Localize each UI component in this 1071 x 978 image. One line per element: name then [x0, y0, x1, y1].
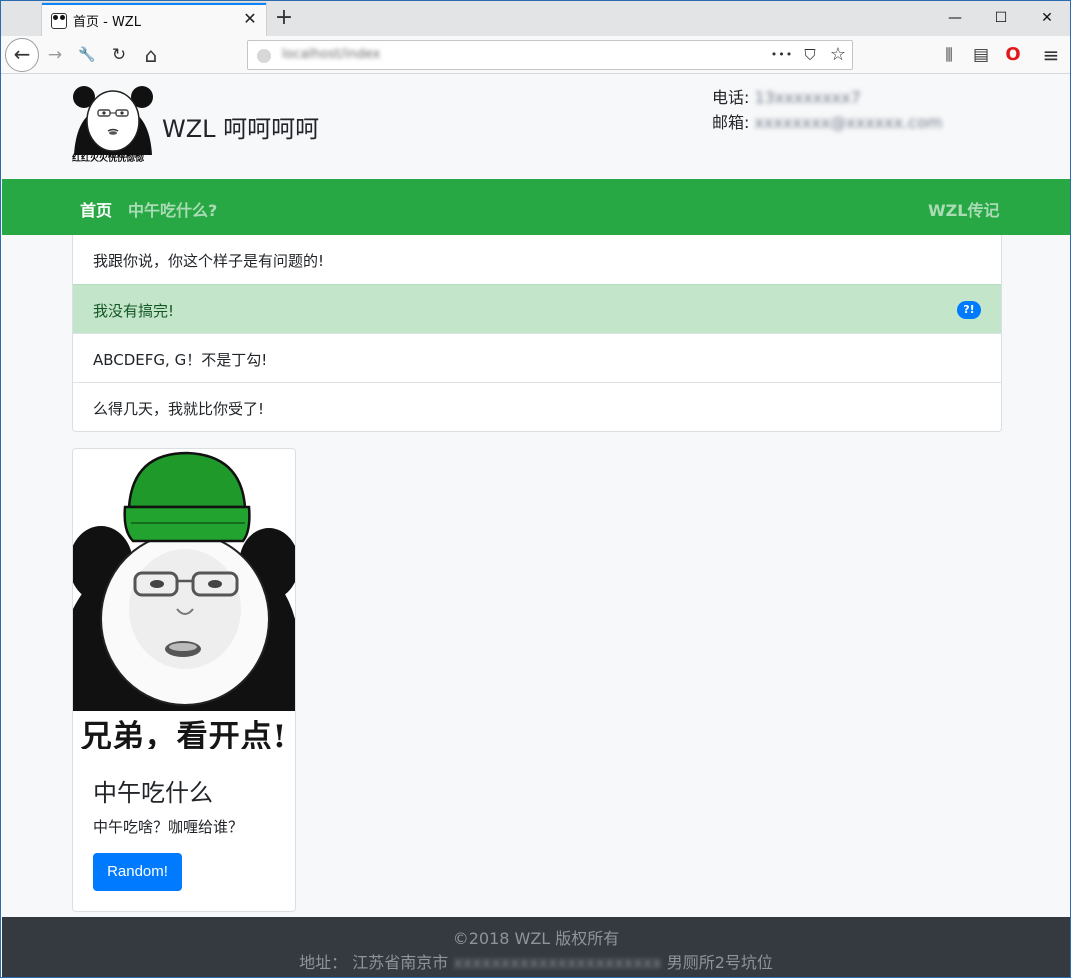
- home-button[interactable]: ⌂: [135, 39, 167, 71]
- tab-title: 首页 - WZL: [73, 15, 141, 30]
- email-row: 邮箱: xxxxxxxx@xxxxxx.com: [712, 110, 942, 135]
- address-label: 地址：: [299, 953, 348, 972]
- list-item-text: 么得几天，我就比你受了!: [93, 400, 265, 418]
- browser-tab[interactable]: 首页 - WZL ✕: [42, 3, 266, 36]
- list-item-text: 我没有搞完!: [93, 302, 175, 320]
- sidebar-icon[interactable]: ▤: [965, 39, 997, 71]
- pocket-icon[interactable]: ⛉: [798, 44, 822, 66]
- reload-button[interactable]: ↻: [103, 39, 135, 71]
- list-item-text: ABCDEFG, G！不是丁勾!: [93, 351, 268, 369]
- bookmark-star-icon[interactable]: ☆: [826, 44, 850, 66]
- card-title: 中午吃什么: [93, 779, 213, 807]
- maximize-button[interactable]: ☐: [978, 1, 1024, 36]
- tab-close-icon[interactable]: ✕: [240, 9, 260, 29]
- quote-list: 我跟你说，你这个样子是有问题的! 我没有搞完! ?! ABCDEFG, G！不是…: [72, 235, 1002, 432]
- lunch-card: 兄弟，看开点! 中午吃什么 中午吃啥？咖喱给谁？ Random!: [72, 448, 296, 912]
- navigation-toolbar: ← → 🔧 ↻ ⌂ localhost/index ••• ⛉ ☆ ⫼ ▤ O …: [1, 36, 1070, 74]
- footer-copyright: ©2018 WZL 版权所有: [452, 929, 620, 948]
- meme-caption: 兄弟，看开点!: [80, 719, 288, 749]
- phone-label: 电话:: [712, 88, 750, 107]
- site-info-icon[interactable]: [257, 49, 271, 63]
- contact-info: 电话: 13xxxxxxxx7 邮箱: xxxxxxxx@xxxxxx.com: [712, 85, 942, 135]
- main-navbar: 首页 中午吃什么? WZL传记: [2, 179, 1070, 235]
- web-page: 红红火火恍恍惚惚 WZL 呵呵呵呵 电话: 13xxxxxxxx7 邮箱: xx…: [2, 75, 1070, 977]
- tab-strip: 首页 - WZL ✕ + — ☐ ✕: [1, 1, 1070, 36]
- card-text: 中午吃啥？咖喱给谁？: [93, 818, 244, 836]
- list-item-text: 我跟你说，你这个样子是有问题的!: [93, 252, 325, 270]
- nav-bio-link[interactable]: WZL传记: [928, 197, 999, 221]
- site-footer: ©2018 WZL 版权所有 地址： 江苏省南京市 xxxxxxxxxxxxxx…: [2, 917, 1070, 977]
- library-icon[interactable]: ⫼: [933, 39, 965, 71]
- close-window-button[interactable]: ✕: [1024, 1, 1070, 36]
- list-item[interactable]: ABCDEFG, G！不是丁勾!: [73, 333, 1001, 382]
- back-button[interactable]: ←: [5, 38, 39, 72]
- forward-button[interactable]: →: [39, 39, 71, 71]
- site-header: 红红火火恍恍惚惚 WZL 呵呵呵呵 电话: 13xxxxxxxx7 邮箱: xx…: [2, 75, 1070, 179]
- list-item[interactable]: 么得几天，我就比你受了!: [73, 382, 1001, 431]
- address-city: 江苏省南京市: [352, 953, 449, 972]
- panda-favicon-icon: [51, 13, 67, 29]
- list-item[interactable]: 我跟你说，你这个样子是有问题的!: [73, 235, 1001, 284]
- page-actions-button[interactable]: •••: [770, 44, 794, 66]
- list-item-active[interactable]: 我没有搞完! ?!: [73, 284, 1001, 333]
- email-value: xxxxxxxx@xxxxxx.com: [754, 113, 943, 132]
- menu-icon[interactable]: ≡: [1035, 39, 1067, 71]
- address-redacted: xxxxxxxxxxxxxxxxxxxxxx: [453, 953, 662, 972]
- address-tail: 男厕所2号坑位: [666, 953, 773, 972]
- new-tab-button[interactable]: +: [271, 4, 297, 32]
- footer-address: 地址： 江苏省南京市 xxxxxxxxxxxxxxxxxxxxxx 男厕所2号坑…: [2, 949, 1070, 973]
- status-badge: ?!: [957, 301, 981, 319]
- random-button[interactable]: Random!: [93, 853, 182, 891]
- opera-extension-icon[interactable]: O: [997, 39, 1029, 71]
- nav-home-link[interactable]: 首页: [80, 197, 112, 221]
- email-label: 邮箱:: [712, 113, 750, 132]
- url-bar[interactable]: localhost/index ••• ⛉ ☆: [247, 40, 853, 70]
- minimize-button[interactable]: —: [932, 1, 978, 36]
- tools-wrench-icon[interactable]: 🔧: [71, 39, 103, 71]
- logo-caption: 红红火火恍恍惚惚: [72, 154, 145, 164]
- nav-lunch-link[interactable]: 中午吃什么?: [128, 197, 217, 221]
- phone-value: 13xxxxxxxx7: [754, 88, 861, 107]
- browser-window: 首页 - WZL ✕ + — ☐ ✕ ← → 🔧 ↻ ⌂ localhost/i…: [0, 0, 1071, 978]
- site-brand[interactable]: WZL 呵呵呵呵: [162, 109, 319, 144]
- card-image: 兄弟，看开点!: [73, 449, 295, 749]
- panda-hat-meme-icon: [73, 451, 295, 711]
- phone-row: 电话: 13xxxxxxxx7: [712, 85, 942, 110]
- url-text[interactable]: localhost/index: [282, 47, 380, 62]
